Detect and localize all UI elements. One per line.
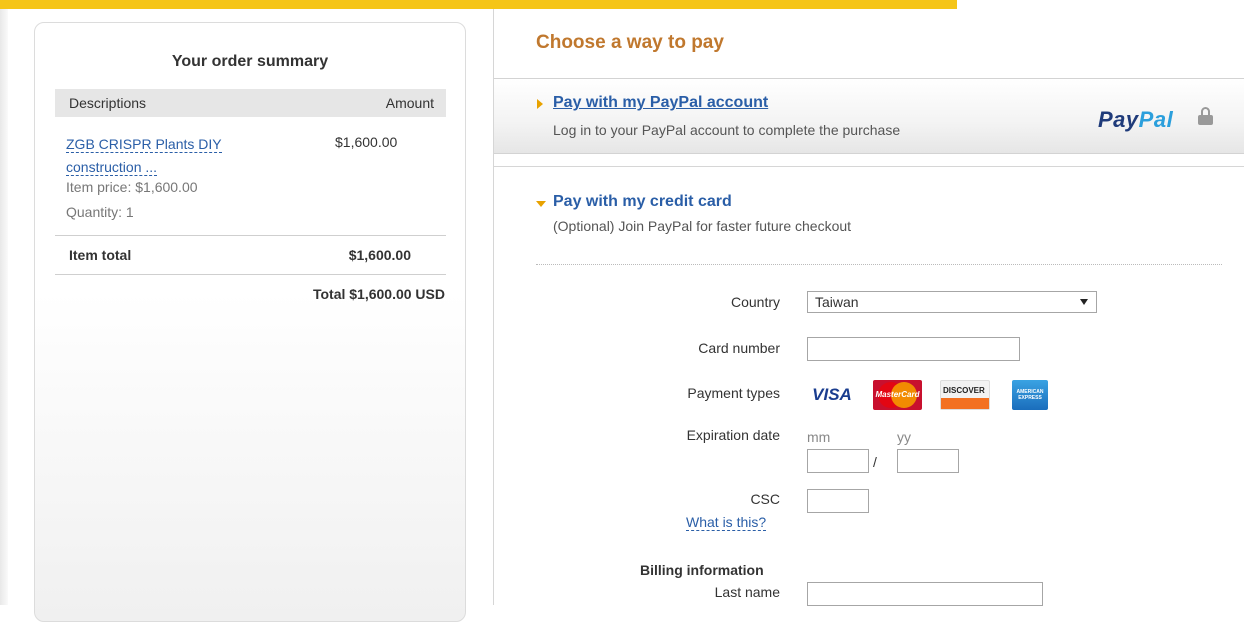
country-label: Country <box>730 294 780 310</box>
card-number-input[interactable] <box>807 337 1020 361</box>
item-name-line1[interactable]: ZGB CRISPR Plants DIY <box>66 136 222 153</box>
pay-with-paypal-link[interactable]: Pay with my PayPal account <box>553 94 768 112</box>
paypal-option-subtitle: Log in to your PayPal account to complet… <box>553 122 901 138</box>
country-select[interactable]: Taiwan <box>807 291 1097 313</box>
discover-card-icon: DISCOVER <box>940 380 990 410</box>
expand-right-arrow-icon <box>537 99 543 109</box>
amex-label: AMERICAN EXPRESS <box>1016 389 1044 401</box>
paypal-account-option[interactable]: Pay with my PayPal account Log in to you… <box>494 78 1244 154</box>
card-option-subtitle: (Optional) Join PayPal for faster future… <box>553 218 852 234</box>
descriptions-column-header: Descriptions <box>69 95 147 111</box>
credit-card-option: Pay with my credit card (Optional) Join … <box>494 166 1244 606</box>
expand-down-arrow-icon <box>536 201 546 207</box>
csc-help-link[interactable]: What is this? <box>686 514 767 531</box>
paypal-logo-part1: Pay <box>1098 107 1139 132</box>
expiration-year-input[interactable] <box>897 449 959 473</box>
top-accent-bar <box>0 0 957 9</box>
item-price: Item price: $1,600.00 <box>66 179 198 195</box>
mastercard-card-icon: MasterCard <box>873 380 922 410</box>
payment-types-label: Payment types <box>687 385 780 401</box>
paypal-logo-part2: Pal <box>1138 107 1174 132</box>
summary-divider <box>55 235 446 236</box>
choose-payment-heading: Choose a way to pay <box>536 32 724 53</box>
item-total-amount: $1,600.00 <box>348 247 411 263</box>
country-select-value: Taiwan <box>815 294 859 310</box>
csc-label: CSC <box>750 491 780 507</box>
item-amount: $1,600.00 <box>335 134 398 150</box>
order-summary-title: Your order summary <box>171 53 329 70</box>
item-name-link[interactable]: ZGB CRISPR Plants DIY construction ... <box>66 133 266 179</box>
month-hint: mm <box>807 429 831 445</box>
amex-card-icon: AMERICAN EXPRESS <box>1012 380 1048 410</box>
year-hint: yy <box>897 429 911 445</box>
date-separator: / <box>873 454 877 470</box>
expiration-date-label: Expiration date <box>686 427 780 443</box>
visa-card-icon: VISA <box>807 380 857 410</box>
lock-icon <box>1198 107 1213 125</box>
last-name-label: Last name <box>714 584 780 600</box>
summary-divider <box>55 274 446 275</box>
csc-input[interactable] <box>807 489 869 513</box>
chevron-down-icon <box>1080 299 1088 305</box>
mastercard-label: MasterCard <box>875 390 920 399</box>
grand-total: Total $1,600.00 USD <box>312 286 445 302</box>
item-quantity: Quantity: 1 <box>66 204 134 220</box>
order-summary-panel: Your order summary Descriptions Amount Z… <box>34 22 466 622</box>
amount-column-header: Amount <box>385 95 434 111</box>
discover-label: DISCOVER <box>943 386 985 395</box>
summary-table-header: Descriptions Amount <box>55 89 446 117</box>
paypal-logo: PayPal <box>1098 107 1173 133</box>
item-name-line2[interactable]: construction ... <box>66 159 158 176</box>
dotted-divider <box>536 264 1222 265</box>
card-number-label: Card number <box>698 340 780 356</box>
pay-with-card-title[interactable]: Pay with my credit card <box>553 193 732 211</box>
left-edge-shadow <box>0 9 8 605</box>
expiration-month-input[interactable] <box>807 449 869 473</box>
last-name-input[interactable] <box>807 582 1043 606</box>
item-total-label: Item total <box>69 247 132 263</box>
billing-information-heading: Billing information <box>640 562 764 578</box>
payment-panel: Choose a way to pay Pay with my PayPal a… <box>493 9 1244 606</box>
